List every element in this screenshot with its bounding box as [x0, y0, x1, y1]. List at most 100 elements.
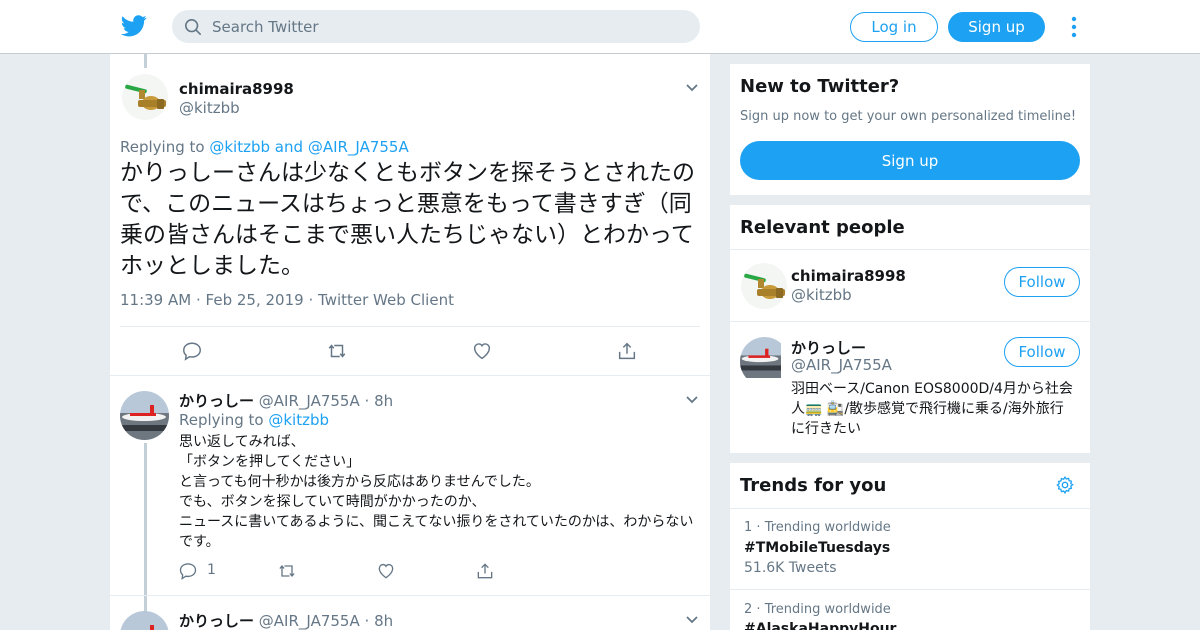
tweet-source: Twitter Web Client [318, 291, 454, 309]
separator-dot: · [364, 392, 370, 410]
chevron-down-icon[interactable] [685, 615, 699, 625]
card-title: Relevant people [740, 217, 905, 238]
tweet-text: かりっしーさんは少なくともボタンを探そうとされたので、このニュースはちょっと悪意… [120, 160, 695, 279]
more-options-icon[interactable] [1068, 15, 1080, 39]
airplane-avatar-image [740, 337, 781, 378]
avatar[interactable] [740, 337, 789, 386]
tweet-text-line: 思い返してみれば、 [179, 434, 305, 450]
retweet-icon[interactable] [277, 561, 297, 581]
valve-avatar-image [122, 74, 168, 120]
separator-dot: · [195, 291, 201, 309]
mention-link[interactable]: @AIR_JA755A [308, 138, 409, 156]
trend-location: Trending worldwide [764, 602, 891, 617]
separator-dot: · [308, 291, 314, 309]
tweet-text-line: でも、ボタンを探していて時間がかかったのか、 [179, 494, 486, 510]
reply-header: かりっしー @AIR_JA755A · 8h [179, 610, 393, 630]
reply-count: 1 [207, 562, 216, 578]
tweet-date[interactable]: Feb 25, 2019 [206, 291, 304, 309]
trend-location: Trending worldwide [764, 520, 891, 535]
tweet-time[interactable]: 11:39 AM [120, 291, 191, 309]
share-icon[interactable] [475, 561, 495, 581]
divider [730, 508, 1090, 509]
relevant-people-card: Relevant people chimaira8998 @kitzbb Fol… [730, 205, 1090, 453]
tweet-age[interactable]: 8h [374, 612, 393, 630]
signup-button[interactable]: Sign up [948, 12, 1045, 42]
divider [730, 589, 1090, 590]
replying-prefix: Replying to [120, 138, 205, 156]
separator-dot: · [756, 520, 761, 535]
follow-button[interactable]: Follow [1004, 267, 1080, 297]
like-icon[interactable] [471, 340, 493, 362]
gear-icon[interactable] [1055, 475, 1075, 495]
display-name[interactable]: chimaira8998 [791, 267, 906, 285]
thread-line [144, 54, 147, 68]
search-input[interactable] [212, 17, 682, 36]
display-name[interactable]: かりっしー [179, 392, 254, 410]
card-title: New to Twitter? [740, 76, 900, 97]
conversation-column: chimaira8998 @kitzbb Replying to @kitzbb… [110, 54, 710, 630]
reply-icon[interactable] [178, 561, 198, 581]
avatar[interactable] [120, 391, 169, 440]
trend-meta: 1 · Trending worldwide [744, 520, 891, 535]
tweet-text-line: ニュースに書いてあるように、聞こえてない振りをされていたのかは、わからないです。 [179, 514, 694, 550]
separator-dot: · [756, 602, 761, 617]
tweet-text: 思い返してみれば、 「ボタンを押してください」 と言っても何十秒かは後方から反応… [179, 432, 699, 552]
trend-tweet-count: 51.6K Tweets [744, 560, 837, 576]
divider [110, 595, 710, 596]
user-bio: 羽田ベース/Canon EOS8000D/4月から社会人🚃 🚉/散歩感覚で飛行機… [791, 381, 1073, 437]
tweet-text-line: と言っても何十秒かは後方から反応はありませんでした。 [179, 474, 540, 490]
trend-hashtag[interactable]: #TMobileTuesdays [744, 540, 890, 556]
replying-to: Replying to @kitzbb and @AIR_JA755A [120, 138, 409, 156]
trend-rank: 1 [744, 520, 753, 535]
airplane-avatar-image [120, 611, 169, 630]
search-box[interactable] [172, 10, 700, 43]
avatar[interactable] [120, 611, 169, 630]
tweet-text-line: 「ボタンを押してください」 [179, 454, 361, 470]
share-icon[interactable] [616, 340, 638, 362]
new-to-twitter-card: New to Twitter? Sign up now to get your … [730, 64, 1090, 195]
display-name[interactable]: かりっしー [179, 612, 254, 630]
signup-button[interactable]: Sign up [740, 141, 1080, 180]
avatar[interactable] [122, 74, 168, 120]
chevron-down-icon[interactable] [685, 83, 699, 93]
replying-to: Replying to @kitzbb [179, 411, 329, 429]
mention-link[interactable]: @kitzbb [209, 138, 270, 156]
trend-meta: 2 · Trending worldwide [744, 602, 891, 617]
avatar[interactable] [741, 263, 787, 309]
divider [120, 326, 700, 327]
top-navigation-bar: Log in Sign up [0, 0, 1200, 54]
user-handle[interactable]: @AIR_JA755A [791, 356, 892, 374]
user-handle[interactable]: @AIR_JA755A [259, 392, 360, 410]
display-name[interactable]: かりっしー [791, 337, 866, 358]
airplane-avatar-image [120, 391, 169, 440]
mention-link[interactable]: @kitzbb [268, 411, 329, 429]
valve-avatar-image [741, 263, 787, 309]
follow-button[interactable]: Follow [1004, 337, 1080, 367]
separator-dot: · [364, 612, 370, 630]
and-text: and [274, 138, 304, 156]
search-icon [184, 18, 202, 35]
login-button[interactable]: Log in [850, 12, 938, 42]
retweet-icon[interactable] [326, 340, 348, 362]
reply-icon[interactable] [181, 340, 203, 362]
card-subtitle: Sign up now to get your own personalized… [740, 109, 1077, 124]
tweet-metadata: 11:39 AM · Feb 25, 2019 · Twitter Web Cl… [120, 291, 454, 309]
twitter-logo-icon[interactable] [121, 14, 147, 38]
trend-rank: 2 [744, 602, 753, 617]
user-handle[interactable]: @kitzbb [179, 99, 240, 117]
card-title: Trends for you [740, 475, 887, 496]
chevron-down-icon[interactable] [685, 395, 699, 405]
divider [110, 375, 710, 376]
replying-prefix: Replying to [179, 411, 264, 429]
divider [730, 249, 1090, 250]
trend-hashtag[interactable]: #AlaskaHappyHour [744, 621, 896, 630]
user-handle[interactable]: @AIR_JA755A [259, 612, 360, 630]
user-handle[interactable]: @kitzbb [791, 286, 852, 304]
thread-line [144, 443, 147, 630]
tweet-age[interactable]: 8h [374, 392, 393, 410]
like-icon[interactable] [376, 561, 396, 581]
reply-header: かりっしー @AIR_JA755A · 8h [179, 390, 393, 411]
display-name[interactable]: chimaira8998 [179, 80, 294, 98]
trends-card: Trends for you 1 · Trending worldwide #T… [730, 463, 1090, 630]
divider [730, 321, 1090, 322]
